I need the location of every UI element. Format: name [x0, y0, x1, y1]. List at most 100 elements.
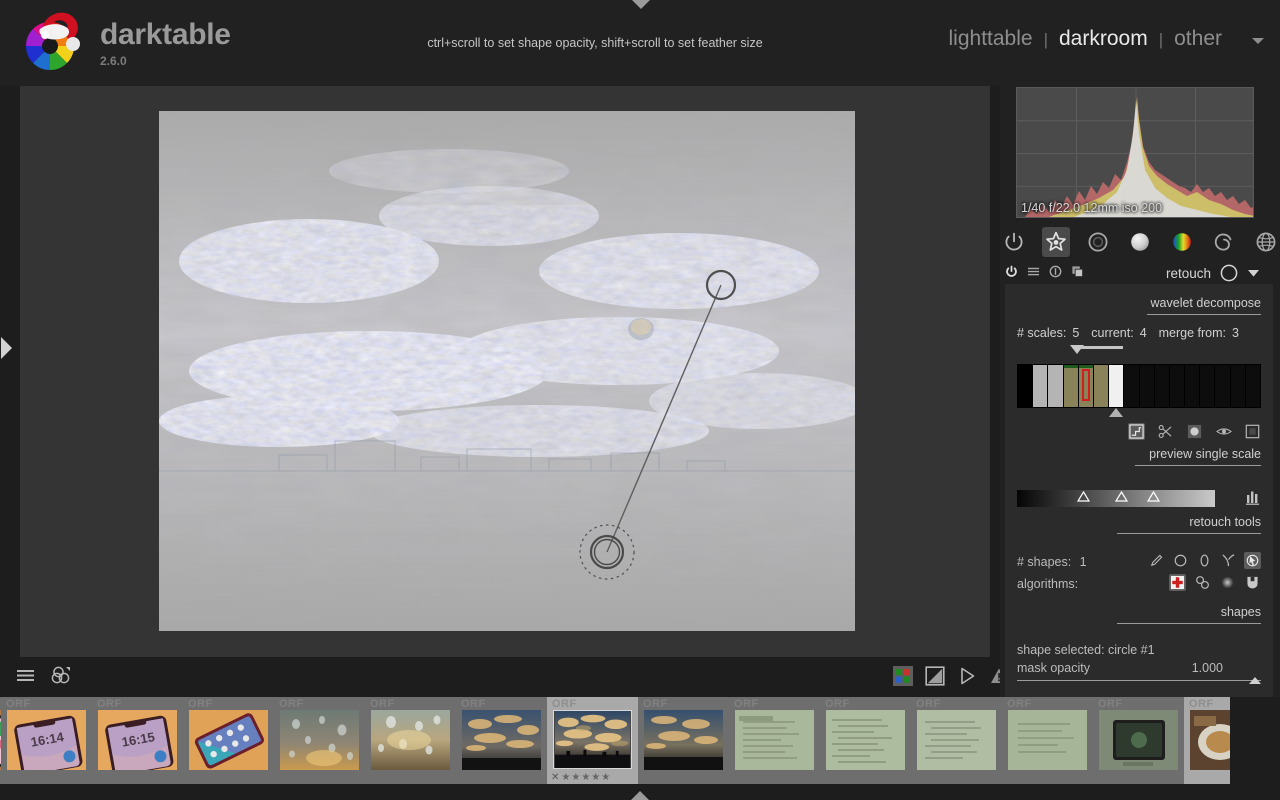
- paste-filled-circle-icon[interactable]: [1186, 423, 1203, 440]
- scale-cell-14[interactable]: [1230, 365, 1246, 407]
- module-name-label[interactable]: retouch: [1166, 266, 1211, 281]
- module-group-globe-icon[interactable]: [1252, 227, 1280, 257]
- top-panel-collapse-handle[interactable]: [632, 0, 650, 9]
- display-wavelet-scale-icon[interactable]: [1128, 423, 1145, 440]
- mask-opacity-knob-icon[interactable]: [1249, 677, 1261, 684]
- module-multi-instance-icon[interactable]: [1071, 265, 1084, 278]
- retouch-module-body: wavelet decompose # scales: 5 current: 4…: [1005, 284, 1273, 736]
- reject-icon[interactable]: ✕: [551, 772, 559, 783]
- scale-merge-indicator: [1063, 365, 1078, 368]
- circle-icon[interactable]: [1172, 552, 1189, 569]
- module-power-icon[interactable]: [1005, 265, 1018, 278]
- scale-cell-3[interactable]: [1063, 365, 1079, 407]
- scale-cell-9[interactable]: [1154, 365, 1170, 407]
- scale-cell-0[interactable]: [1018, 365, 1034, 407]
- scale-cell-11[interactable]: [1185, 365, 1201, 407]
- color-assessment-icon[interactable]: [893, 666, 913, 686]
- shadows-marker-icon[interactable]: [1077, 491, 1090, 502]
- top-bar: darktable 2.6.0 ctrl+scroll to set shape…: [0, 0, 1280, 86]
- filmstrip-item-5[interactable]: ORF: [365, 697, 456, 784]
- filmstrip-rating-7[interactable]: ✕ ★★★★★: [551, 772, 634, 783]
- scale-cell-13[interactable]: [1215, 365, 1231, 407]
- filmstrip-item-12[interactable]: ORF: [1002, 697, 1093, 784]
- module-group-power-icon[interactable]: [1000, 227, 1028, 257]
- filmstrip-item-6[interactable]: ORF: [456, 697, 547, 784]
- heal-icon[interactable]: [1169, 574, 1186, 591]
- star-rating-icons[interactable]: ★★★★★: [561, 772, 611, 783]
- merge-from-value[interactable]: 3: [1232, 326, 1239, 340]
- brush-icon[interactable]: [1148, 552, 1165, 569]
- scale-cell-12[interactable]: [1200, 365, 1216, 407]
- filmstrip-item-13[interactable]: ORF: [1093, 697, 1184, 784]
- path-icon[interactable]: [1220, 552, 1237, 569]
- filmstrip-item-2[interactable]: ORF 16:15: [92, 697, 183, 784]
- module-expand-caret-icon[interactable]: [1247, 268, 1260, 278]
- clone-icon[interactable]: [1194, 574, 1211, 591]
- blur-icon[interactable]: [1219, 574, 1236, 591]
- darktable-window: darktable 2.6.0 ctrl+scroll to set shape…: [0, 0, 1280, 800]
- module-group-spiral-icon[interactable]: [1210, 227, 1238, 257]
- highlights-marker-icon[interactable]: [1147, 491, 1160, 502]
- cut-scissors-icon[interactable]: [1157, 423, 1174, 440]
- view-menu-caret-icon[interactable]: [1252, 38, 1264, 44]
- scale-cell-1[interactable]: [1033, 365, 1049, 407]
- focus-peaking-icon[interactable]: [957, 666, 977, 686]
- merge-from-marker-icon[interactable]: [1109, 408, 1123, 417]
- preview-single-scale-row[interactable]: preview single scale: [1017, 443, 1261, 466]
- module-group-gradient-sphere-icon[interactable]: [1126, 227, 1154, 257]
- duplicate-images-icon[interactable]: [51, 666, 73, 684]
- scale-cell-2[interactable]: [1048, 365, 1064, 407]
- scale-cell-5[interactable]: [1093, 365, 1110, 407]
- retouch-tools-gradient[interactable]: [1017, 489, 1261, 507]
- levels-histogram-icon[interactable]: [1245, 489, 1261, 505]
- filmstrip-thumb-2: 16:15: [98, 710, 177, 770]
- scale-cell-7[interactable]: [1124, 365, 1140, 407]
- filmstrip-item-4[interactable]: ORF: [274, 697, 365, 784]
- module-group-circle-tone-icon[interactable]: [1084, 227, 1112, 257]
- fill-icon[interactable]: [1244, 574, 1261, 591]
- display-mask-eye-icon[interactable]: [1215, 423, 1232, 440]
- view-link-lighttable[interactable]: lighttable: [949, 27, 1033, 51]
- filmstrip-collapse-handle[interactable]: [631, 791, 649, 800]
- module-group-star-icon[interactable]: [1042, 227, 1070, 257]
- scale-cell-10[interactable]: [1169, 365, 1186, 407]
- scale-cell-4[interactable]: [1078, 365, 1094, 407]
- filmstrip-item-8[interactable]: ORF: [638, 697, 729, 784]
- ellipse-icon[interactable]: [1196, 552, 1213, 569]
- edited-image-preview[interactable]: [159, 111, 855, 631]
- num-scales-value[interactable]: 5: [1072, 326, 1079, 340]
- module-presets-menu-icon[interactable]: [1027, 265, 1040, 278]
- wavelet-preview-icons: [1017, 423, 1261, 440]
- section-rule-4: [1117, 623, 1261, 624]
- filmstrip-item-10[interactable]: ORF: [820, 697, 911, 784]
- view-link-other[interactable]: other: [1174, 27, 1222, 51]
- filmstrip-item-14[interactable]: ORF: [1184, 697, 1230, 784]
- filmstrip-item-1[interactable]: ORF 16:14: [1, 697, 92, 784]
- scale-cell-8[interactable]: [1139, 365, 1155, 407]
- left-panel-expand-arrow[interactable]: [1, 337, 12, 359]
- scale-cell-6[interactable]: [1109, 365, 1125, 407]
- hamburger-menu-icon[interactable]: [16, 667, 35, 683]
- filmstrip-item-3[interactable]: ORF: [183, 697, 274, 784]
- bottom-right-icon-group: [893, 666, 1009, 686]
- module-mask-circle-icon[interactable]: [1220, 264, 1238, 282]
- scale-cell-15[interactable]: [1245, 365, 1260, 407]
- midtones-marker-icon[interactable]: [1115, 491, 1128, 502]
- scale-range-bar: [1081, 346, 1123, 349]
- raw-overexposed-icon[interactable]: [925, 666, 945, 686]
- edit-shapes-cursor-icon[interactable]: [1244, 552, 1261, 569]
- filmstrip-item-9[interactable]: ORF: [729, 697, 820, 784]
- current-scale-value[interactable]: 4: [1140, 326, 1147, 340]
- wavelet-scales-strip[interactable]: [1017, 364, 1261, 408]
- filmstrip-item-7-selected[interactable]: ORF ✕ ★★★★★: [547, 697, 638, 784]
- mask-opacity-slider[interactable]: mask opacity 1.000: [1017, 661, 1261, 684]
- view-link-darkroom[interactable]: darkroom: [1059, 27, 1148, 51]
- module-group-color-wheel-icon[interactable]: [1168, 227, 1196, 257]
- module-reset-icon[interactable]: [1049, 265, 1062, 278]
- histogram-widget[interactable]: 1/40 f/22.0 12mm iso 200: [1016, 87, 1254, 218]
- filmstrip-item-11[interactable]: ORF: [911, 697, 1002, 784]
- filmstrip[interactable]: ORF ORF: [0, 697, 1280, 791]
- current-scale-label: current:: [1091, 326, 1134, 340]
- suppress-square-icon[interactable]: [1244, 423, 1261, 440]
- scales-top-markers: [1017, 344, 1261, 358]
